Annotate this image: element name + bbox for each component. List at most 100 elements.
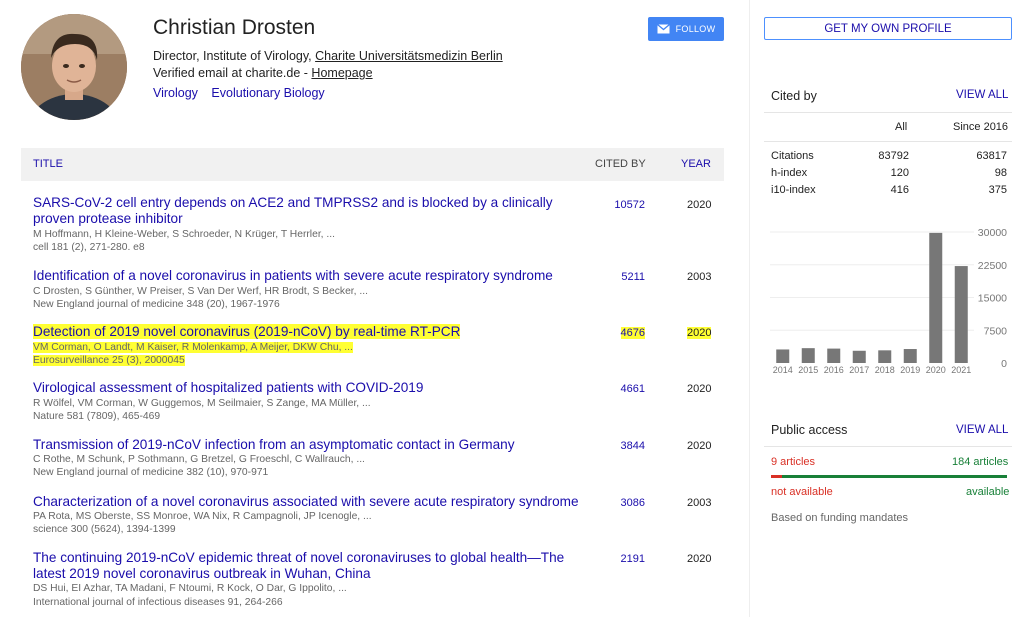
article-title-link[interactable]: The continuing 2019-nCoV epidemic threat… <box>33 550 573 582</box>
chart-x-tick-label: 2020 <box>926 365 946 375</box>
article-title-link[interactable]: Identification of a novel coronavirus in… <box>33 268 573 284</box>
profile-affiliation: Director, Institute of Virology, Charite… <box>153 49 503 63</box>
metric-label: i10-index <box>771 184 816 196</box>
not-available-count-link[interactable]: 9 articles <box>771 456 815 468</box>
article-title-text: Detection of 2019 novel coronavirus (201… <box>33 324 461 339</box>
chart-bar-2016[interactable] <box>827 348 841 363</box>
cited-by-view-all-link[interactable]: VIEW ALL <box>956 89 1008 101</box>
article-authors-text: VM Corman, O Landt, M Kaiser, R Molenkam… <box>33 342 353 353</box>
article-title-link[interactable]: Characterization of a novel coronavirus … <box>33 494 593 510</box>
article-year: 2003 <box>687 271 712 283</box>
article-authors: C Drosten, S Günther, W Preiser, S Van D… <box>33 286 368 297</box>
cited-by-text: 4676 <box>620 327 645 339</box>
article-year: 2020 <box>687 440 712 452</box>
chart-bar-2018[interactable] <box>878 350 892 363</box>
article-journal: Nature 581 (7809), 465-469 <box>33 411 161 422</box>
article-year: 2020 <box>687 553 712 565</box>
sort-by-year[interactable]: YEAR <box>681 158 711 170</box>
article-journal: Eurosurveillance 25 (3), 2000045 <box>33 355 185 366</box>
metric-label: h-index <box>771 167 808 179</box>
cited-by-link[interactable]: 3844 <box>621 440 645 452</box>
metric-all: 120 <box>890 167 909 179</box>
article-title-link[interactable]: SARS-CoV-2 cell entry depends on ACE2 an… <box>33 195 573 227</box>
metric-since: 375 <box>988 184 1007 196</box>
article-year: 2020 <box>687 327 712 339</box>
cited-by-link[interactable]: 4661 <box>621 383 645 395</box>
article-year: 2003 <box>687 497 712 509</box>
cited-by-link[interactable]: 2191 <box>621 553 645 565</box>
article-authors: M Hoffmann, H Kleine-Weber, S Schroeder,… <box>33 229 335 240</box>
article-journal: cell 181 (2), 271-280. e8 <box>33 242 145 253</box>
chart-y-tick-label: 22500 <box>978 260 1007 272</box>
article-authors: PA Rota, MS Oberste, SS Monroe, WA Nix, … <box>33 511 372 522</box>
article-title-link[interactable]: Detection of 2019 novel coronavirus (201… <box>33 324 573 340</box>
article-year-text: 2020 <box>687 327 712 339</box>
profile-email: Verified email at charite.de - Homepage <box>153 66 373 80</box>
chart-y-tick-label: 30000 <box>978 227 1007 239</box>
chart-x-tick-label: 2018 <box>875 365 895 375</box>
available-bar <box>782 475 1007 478</box>
chart-x-tick-label: 2016 <box>824 365 844 375</box>
article-authors: VM Corman, O Landt, M Kaiser, R Molenkam… <box>33 342 353 353</box>
cited-by-link[interactable]: 5211 <box>621 271 645 283</box>
interest-evolutionary-biology[interactable]: Evolutionary Biology <box>211 86 324 100</box>
affiliation-text: Director, Institute of Virology, <box>153 49 316 63</box>
citations-chart: 30000 22500 15000 7500 0 2014 2015 2016 2017 2018… <box>770 227 1008 375</box>
get-my-own-profile-button[interactable]: GET MY OWN PROFILE <box>764 17 1012 40</box>
article-journal: New England journal of medicine 348 (20)… <box>33 299 280 310</box>
article-journal: New England journal of medicine 382 (10)… <box>33 467 269 478</box>
sort-by-cited[interactable]: CITED BY <box>595 158 646 170</box>
article-authors: R Wölfel, VM Corman, W Guggemos, M Seilm… <box>33 398 371 409</box>
sort-by-title[interactable]: TITLE <box>33 158 63 170</box>
chart-y-tick-label: 7500 <box>984 325 1008 337</box>
public-access-title: Public access <box>771 423 848 437</box>
divider <box>764 112 1012 113</box>
follow-label: FOLLOW <box>675 24 716 34</box>
profile-name: Christian Drosten <box>153 16 316 39</box>
article-title-link[interactable]: Virological assessment of hospitalized p… <box>33 380 573 396</box>
divider <box>764 446 1012 447</box>
metric-all: 416 <box>890 184 909 196</box>
chart-bar-2019[interactable] <box>903 349 917 363</box>
follow-button[interactable]: FOLLOW <box>648 17 724 41</box>
chart-y-tick-label: 15000 <box>978 293 1007 305</box>
chart-bar-2014[interactable] <box>776 349 790 363</box>
public-access-view-all-link[interactable]: VIEW ALL <box>956 424 1008 436</box>
article-authors: C Rothe, M Schunk, P Sothmann, G Bretzel… <box>33 454 365 465</box>
metric-all: 83792 <box>878 150 909 162</box>
affiliation-link[interactable]: Charite Universitätsmedizin Berlin <box>315 49 503 63</box>
cited-by-link[interactable]: 4676 <box>620 327 645 339</box>
article-journal: International journal of infectious dise… <box>33 597 283 608</box>
article-title-link[interactable]: Transmission of 2019-nCoV infection from… <box>33 437 573 453</box>
article-authors: DS Hui, EI Azhar, TA Madani, F Ntoumi, R… <box>33 583 347 594</box>
chart-bar-2020[interactable] <box>929 232 943 363</box>
metric-since: 63817 <box>976 150 1007 162</box>
cited-by-title: Cited by <box>771 89 817 103</box>
col-all-header: All <box>895 121 908 133</box>
chart-bar-2015[interactable] <box>801 348 815 363</box>
divider <box>764 141 1012 142</box>
metric-label: Citations <box>771 150 814 162</box>
funding-mandates-note: Based on funding mandates <box>771 512 908 524</box>
table-header: TITLE CITED BY YEAR <box>21 148 724 181</box>
cited-by-link[interactable]: 3086 <box>621 497 645 509</box>
article-year: 2020 <box>687 199 712 211</box>
not-available-label: not available <box>771 486 833 498</box>
public-access-bar <box>771 475 1007 478</box>
chart-x-tick-label: 2017 <box>849 365 869 375</box>
col-since-header: Since 2016 <box>953 121 1009 133</box>
chart-bar-2017[interactable] <box>852 350 866 363</box>
cited-by-link[interactable]: 10572 <box>614 199 645 211</box>
chart-bar-2021[interactable] <box>954 266 968 363</box>
chart-x-tick-label: 2015 <box>798 365 818 375</box>
article-year: 2020 <box>687 383 712 395</box>
column-divider <box>749 0 750 617</box>
mail-icon <box>656 24 670 34</box>
chart-x-tick-label: 2021 <box>951 365 971 375</box>
article-journal-text: Eurosurveillance 25 (3), 2000045 <box>33 355 185 366</box>
interest-virology[interactable]: Virology <box>153 86 198 100</box>
available-label: available <box>966 486 1010 498</box>
available-count-link[interactable]: 184 articles <box>952 456 1008 468</box>
homepage-link[interactable]: Homepage <box>311 66 372 80</box>
not-available-bar <box>771 475 783 478</box>
